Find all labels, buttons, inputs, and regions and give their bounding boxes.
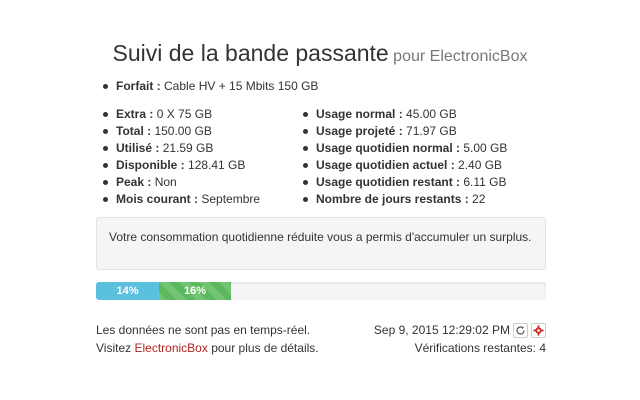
visit-suffix: pour plus de détails.: [211, 341, 319, 355]
checks-remaining: Vérifications restantes: 4: [414, 341, 546, 355]
stat-projected-usage: Usage projeté : 71.97 GB: [296, 123, 507, 140]
page-title: Suivi de la bande passante pour Electron…: [0, 40, 640, 67]
stat-extra: Extra : 0 X 75 GB: [96, 106, 260, 123]
timestamp-row: Sep 9, 2015 12:29:02 PM: [374, 321, 546, 339]
title-main: Suivi de la bande passante: [112, 40, 389, 66]
stat-value: 21.59 GB: [162, 141, 214, 155]
forfait-value: Cable HV + 15 Mbits 150 GB: [164, 79, 319, 93]
stat-label: Usage quotidien actuel :: [316, 158, 455, 172]
popup: Suivi de la bande passante pour Electron…: [0, 0, 640, 400]
realtime-disclaimer: Les données ne sont pas en temps-réel.: [96, 323, 311, 337]
stat-label: Peak :: [116, 175, 152, 189]
stat-value: 0 X 75 GB: [156, 107, 213, 121]
stat-value: 128.41 GB: [188, 158, 246, 172]
stat-value: 5.00 GB: [463, 141, 508, 155]
left-stats-list: Extra : 0 X 75 GB Total : 150.00 GB Util…: [96, 106, 260, 208]
visit-line: Visitez ElectronicBox pour plus de détai…: [96, 339, 319, 357]
used-progress-segment: 14%: [96, 282, 159, 300]
stat-value: 71.97 GB: [406, 124, 457, 138]
last-update-timestamp: Sep 9, 2015 12:29:02 PM: [373, 323, 510, 337]
stat-daily-remaining: Usage quotidien restant : 6.11 GB: [296, 174, 507, 191]
stat-value: 2.40 GB: [458, 158, 503, 172]
stat-value: 22: [472, 192, 486, 206]
stat-label: Extra :: [116, 107, 154, 121]
forfait-list: Forfait : Cable HV + 15 Mbits 150 GB: [96, 78, 318, 95]
stat-value: Non: [154, 175, 177, 189]
gear-icon[interactable]: [531, 322, 546, 338]
stat-label: Usage normal :: [316, 107, 403, 121]
stat-used: Utilisé : 21.59 GB: [96, 140, 260, 157]
refresh-icon[interactable]: [513, 322, 528, 338]
stat-value: 45.00 GB: [406, 107, 457, 121]
forfait-label: Forfait :: [116, 79, 161, 93]
electronicbox-link[interactable]: ElectronicBox: [134, 341, 207, 355]
footer-status: Sep 9, 2015 12:29:02 PM Vérifications re…: [374, 321, 546, 357]
stat-label: Utilisé :: [116, 141, 160, 155]
stat-value: 6.11 GB: [463, 175, 507, 189]
stat-value: 150.00 GB: [154, 124, 212, 138]
footer-info: Les données ne sont pas en temps-réel. V…: [96, 321, 319, 357]
stat-label: Disponible :: [116, 158, 185, 172]
stat-label: Nombre de jours restants :: [316, 192, 469, 206]
stat-label: Total :: [116, 124, 152, 138]
title-provider: pour ElectronicBox: [393, 48, 528, 65]
stat-daily-current: Usage quotidien actuel : 2.40 GB: [296, 157, 507, 174]
usage-progress-bar: 14% 16%: [96, 282, 546, 300]
stat-daily-normal: Usage quotidien normal : 5.00 GB: [296, 140, 507, 157]
stat-label: Mois courant :: [116, 192, 199, 206]
stat-normal-usage: Usage normal : 45.00 GB: [296, 106, 507, 123]
stat-available: Disponible : 128.41 GB: [96, 157, 260, 174]
visit-prefix: Visitez: [96, 341, 132, 355]
stat-value: Septembre: [201, 192, 261, 206]
stat-peak: Peak : Non: [96, 174, 260, 191]
right-stats-list: Usage normal : 45.00 GB Usage projeté : …: [296, 106, 507, 208]
stat-label: Usage quotidien normal :: [316, 141, 461, 155]
projected-progress-segment: 16%: [159, 282, 231, 300]
stat-label: Usage projeté :: [316, 124, 403, 138]
stat-total: Total : 150.00 GB: [96, 123, 260, 140]
forfait-item: Forfait : Cable HV + 15 Mbits 150 GB: [96, 78, 318, 95]
stat-current-month: Mois courant : Septembre: [96, 191, 260, 208]
surplus-notice: Votre consommation quotidienne réduite v…: [96, 217, 546, 270]
stat-label: Usage quotidien restant :: [316, 175, 461, 189]
stat-days-remaining: Nombre de jours restants : 22: [296, 191, 507, 208]
